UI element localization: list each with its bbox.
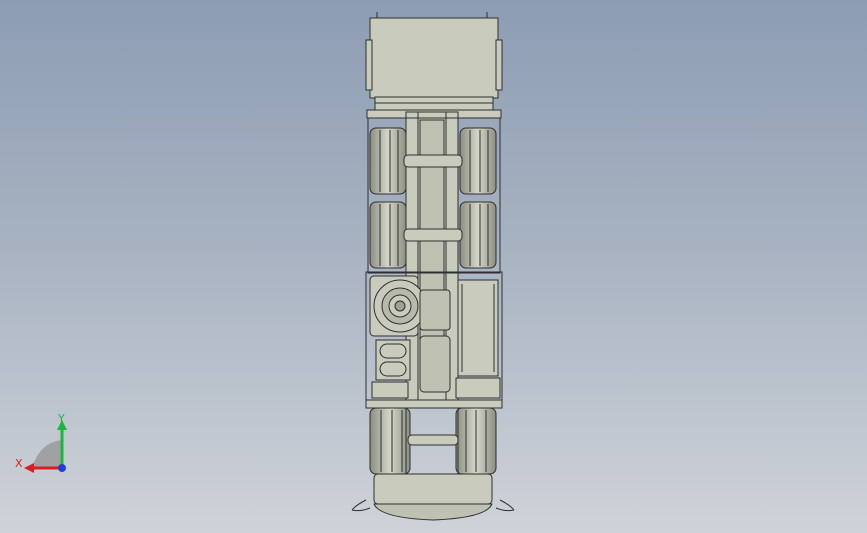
cargo-box bbox=[365, 12, 503, 111]
z-axis-dot-icon bbox=[58, 464, 66, 472]
truck-chassis-model[interactable] bbox=[0, 0, 867, 533]
reference-triad: Y X bbox=[10, 410, 80, 480]
x-axis-label: X bbox=[15, 457, 23, 470]
x-arrowhead-icon bbox=[24, 463, 34, 473]
y-axis-label: Y bbox=[57, 412, 65, 425]
mid-section bbox=[365, 271, 503, 403]
triad-plane-icon bbox=[32, 440, 62, 468]
graphics-viewport[interactable]: Y X bbox=[0, 0, 867, 533]
front-axle bbox=[365, 399, 503, 475]
cab-front bbox=[351, 473, 515, 521]
